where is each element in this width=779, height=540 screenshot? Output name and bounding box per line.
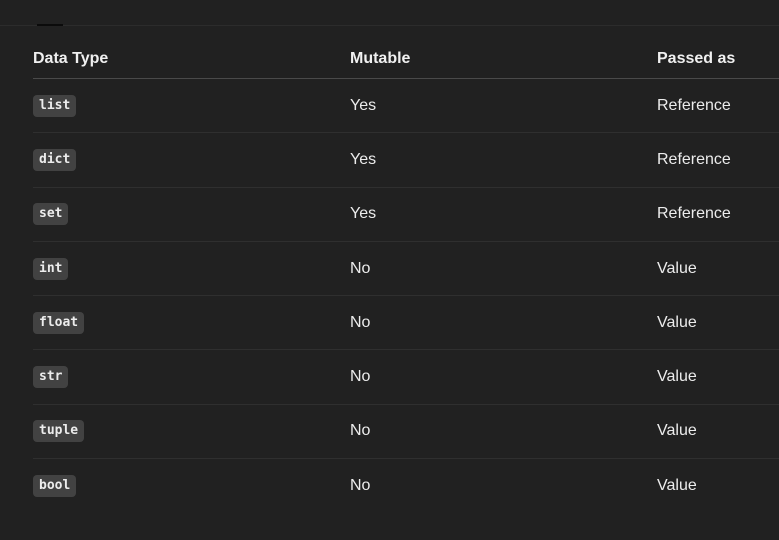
type-code: float xyxy=(33,311,85,334)
mutable-cell: No xyxy=(350,477,371,495)
type-cell: tuple xyxy=(33,420,350,443)
top-tab-indicator xyxy=(37,24,63,26)
mutable-cell: Yes xyxy=(350,150,377,168)
mutable-cell: Yes xyxy=(350,96,377,114)
passed-as-cell: Value xyxy=(657,477,697,495)
type-cell: int xyxy=(33,257,350,280)
mutable-cell: No xyxy=(350,422,371,440)
mutable-cell: No xyxy=(350,368,371,386)
table-row: bool No Value xyxy=(33,459,779,513)
passed-as-cell: Value xyxy=(657,422,697,440)
table-row: dict Yes Reference xyxy=(33,133,779,188)
type-code: tuple xyxy=(33,420,85,443)
header-mutable: Mutable xyxy=(350,50,411,67)
type-cell: dict xyxy=(33,148,350,171)
table-header-row: Data Type Mutable Passed as xyxy=(33,40,779,79)
table-row: str No Value xyxy=(33,350,779,405)
passed-as-cell: Reference xyxy=(657,150,731,168)
table-row: set Yes Reference xyxy=(33,188,779,242)
table-row: int No Value xyxy=(33,242,779,297)
table-row: list Yes Reference xyxy=(33,79,779,134)
type-cell: list xyxy=(33,94,350,117)
table-row: float No Value xyxy=(33,296,779,351)
type-code: str xyxy=(33,366,69,389)
type-code: set xyxy=(33,203,69,226)
type-cell: bool xyxy=(33,475,350,498)
type-cell: float xyxy=(33,311,350,334)
data-types-table: Data Type Mutable Passed as list Yes Ref… xyxy=(33,40,779,513)
passed-as-cell: Reference xyxy=(657,205,731,223)
header-passed-as: Passed as xyxy=(657,50,736,67)
header-data-type: Data Type xyxy=(33,50,109,67)
passed-as-cell: Reference xyxy=(657,96,731,114)
mutable-cell: No xyxy=(350,313,371,331)
type-code: dict xyxy=(33,148,77,171)
mutable-cell: Yes xyxy=(350,205,377,223)
type-cell: set xyxy=(33,203,350,226)
mutable-cell: No xyxy=(350,259,371,277)
passed-as-cell: Value xyxy=(657,368,697,386)
type-code: int xyxy=(33,257,69,280)
table-row: tuple No Value xyxy=(33,405,779,460)
passed-as-cell: Value xyxy=(657,259,697,277)
type-cell: str xyxy=(33,366,350,389)
type-code: list xyxy=(33,94,77,117)
type-code: bool xyxy=(33,475,77,498)
passed-as-cell: Value xyxy=(657,313,697,331)
top-divider xyxy=(0,25,779,26)
